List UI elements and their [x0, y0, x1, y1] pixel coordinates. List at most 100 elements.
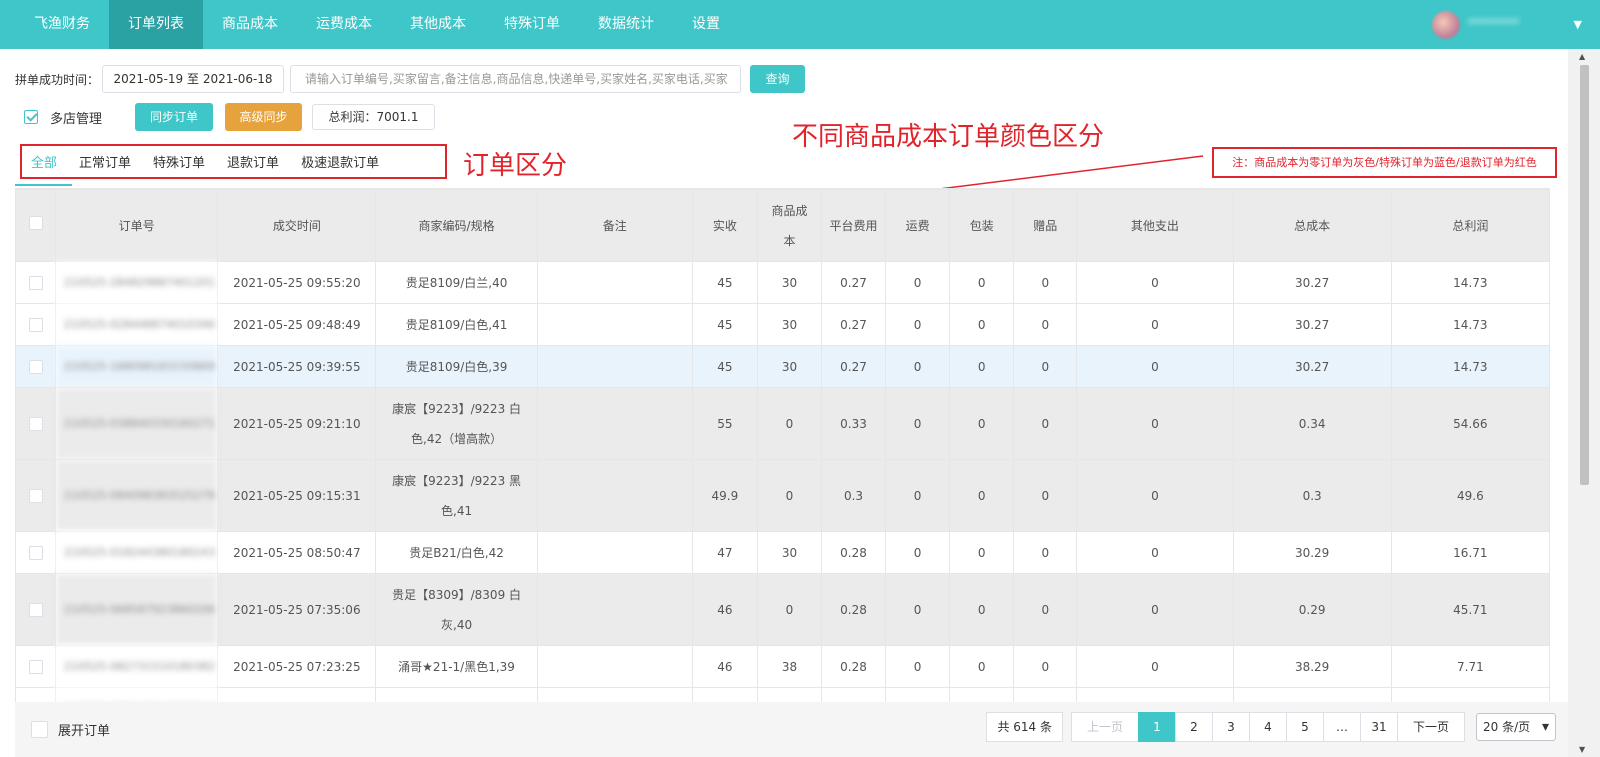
cell-order: 210525-068587923860206	[55, 573, 219, 646]
row-select-cell	[15, 687, 57, 702]
table-row[interactable]: 210525-0881208458039182021-05-25 07:10:3…	[15, 687, 1550, 702]
page-button[interactable]: 31	[1360, 712, 1398, 742]
page-button[interactable]: 1	[1138, 712, 1176, 742]
table-row[interactable]: 210525-188098183150869 2021-05-25 09:39:5…	[15, 345, 1550, 388]
table-row[interactable]: 210525-082731510180382 2021-05-25 07:23:2…	[15, 645, 1550, 688]
cell-packing: 0	[949, 645, 1015, 688]
multi-store-checkbox[interactable]	[24, 110, 38, 124]
nav-item[interactable]: 订单列表	[109, 0, 203, 49]
cell-other: 0	[1076, 531, 1234, 574]
cell-sku: 贵足8109/白色,41	[375, 303, 538, 346]
cell-total-cost: 0.29	[1232, 573, 1392, 646]
cell-sku: 贵足8109/白色,41	[375, 687, 538, 702]
tab-4[interactable]: 极速退款订单	[290, 152, 390, 171]
page-button[interactable]: 5	[1286, 712, 1324, 742]
advanced-sync-button[interactable]: 高级同步	[225, 103, 303, 131]
tab-1[interactable]: 正常订单	[68, 152, 142, 171]
scroll-down-arrow-icon[interactable]: ▼	[1579, 745, 1585, 754]
table-row[interactable]: 210525-284829887401201 2021-05-25 09:55:2…	[15, 261, 1550, 304]
cell-order: 210525-038840330160271	[55, 387, 219, 460]
cell-time: 2021-05-25 09:21:10	[217, 387, 377, 460]
select-all-checkbox[interactable]	[28, 215, 43, 230]
row-select-cell	[15, 387, 57, 460]
footer-bar: 展开订单 共 614 条上一页 1 2 3 4 5… 31 下一页 20 条/页	[15, 702, 1568, 757]
nav-item[interactable]: 商品成本	[203, 0, 297, 49]
cell-profit: 49.6	[1390, 459, 1550, 532]
cell-profit: 54.66	[1390, 387, 1550, 460]
row-checkbox[interactable]	[28, 489, 43, 503]
nav-item[interactable]: 数据统计	[579, 0, 673, 49]
cell-cost: 30	[756, 261, 823, 304]
row-checkbox[interactable]	[28, 417, 43, 431]
cell-profit: 14.73	[1390, 687, 1550, 702]
table-row[interactable]: 210525-028448874010346 2021-05-25 09:48:4…	[15, 303, 1550, 346]
row-checkbox[interactable]	[28, 360, 43, 374]
prev-page-button[interactable]: 上一页	[1071, 712, 1139, 742]
nav-item[interactable]: 其他成本	[391, 0, 485, 49]
cell-note	[536, 531, 693, 574]
search-input[interactable]: 请输入订单编号,买家留言,备注信息,商品信息,快递单号,买家姓名,买家电话,买家	[290, 65, 742, 93]
order-type-tabs: 全部 正常订单 特殊订单 退款订单 极速退款订单	[20, 144, 447, 179]
cell-total-cost: 30.27	[1232, 303, 1392, 346]
table-row[interactable]: 210525-068587923860206 2021-05-25 07:35:0…	[15, 573, 1550, 646]
page-size-select[interactable]: 20 条/页	[1476, 713, 1556, 741]
row-checkbox[interactable]	[28, 603, 43, 617]
row-checkbox[interactable]	[28, 318, 43, 332]
table-header-row: 订单号 成交时间 商家编码/规格 备注 实收 商品成本 平台费用 运费 包装 赠品 其他支出 总成本总…	[15, 189, 1550, 262]
next-page-button[interactable]: 下一页	[1397, 712, 1465, 742]
tabs-annotation: 订单区分	[463, 151, 568, 181]
tab-0[interactable]: 全部	[22, 152, 68, 171]
page-button[interactable]: 2	[1175, 712, 1213, 742]
date-range-picker[interactable]: 2021-05-19 至 2021-06-18	[102, 65, 285, 93]
header-select-all	[15, 189, 57, 262]
page-button[interactable]: 3	[1212, 712, 1250, 742]
sync-orders-button[interactable]: 同步订单	[135, 103, 214, 131]
total-count: 共 614 条	[986, 712, 1063, 742]
row-checkbox[interactable]	[28, 660, 43, 674]
expand-orders-checkbox[interactable]	[31, 721, 48, 738]
table-row[interactable]: 210525-084098383525279 2021-05-25 09:15:3…	[15, 459, 1550, 532]
cell-shipping: 0	[885, 573, 951, 646]
cell-profit: 14.73	[1390, 345, 1550, 388]
user-menu[interactable]: ******** ▼	[1431, 0, 1582, 49]
cell-sku: 贵足8109/白色,39	[375, 345, 538, 388]
scroll-up-arrow-icon[interactable]: ▲	[1579, 52, 1585, 61]
total-profit-display: 总利润：7001.1	[312, 104, 436, 130]
cell-cost: 30	[756, 303, 823, 346]
multi-store-label: 多店管理	[50, 111, 103, 127]
cell-profit: 14.73	[1390, 303, 1550, 346]
nav-item[interactable]: 特殊订单	[485, 0, 579, 49]
chevron-down-icon[interactable]: ▼	[1574, 18, 1582, 31]
expand-orders-toggle[interactable]: 展开订单	[31, 720, 110, 739]
row-checkbox[interactable]	[28, 546, 43, 560]
cell-gift: 0	[1013, 387, 1078, 460]
tab-3[interactable]: 退款订单	[216, 152, 290, 171]
user-name: ********	[1467, 17, 1520, 32]
cell-total-cost: 30.27	[1232, 345, 1392, 388]
row-select-cell	[15, 645, 57, 688]
query-button[interactable]: 查询	[750, 65, 806, 93]
cell-profit: 16.71	[1390, 531, 1550, 574]
filter-row: 拼单成功时间： 2021-05-19 至 2021-06-18 请输入订单编号,…	[15, 65, 806, 93]
table-row[interactable]: 210525-038840330160271 2021-05-25 09:21:1…	[15, 387, 1550, 460]
cell-received: 55	[691, 387, 758, 460]
page-button[interactable]: …	[1323, 712, 1361, 742]
nav-item[interactable]: 飞渔财务	[0, 0, 109, 49]
row-checkbox[interactable]	[28, 276, 43, 290]
tab-2[interactable]: 特殊订单	[142, 152, 216, 171]
cell-order: 210525-082731510180382	[55, 645, 219, 688]
cell-received: 45	[691, 303, 758, 346]
row-select-cell	[15, 261, 57, 304]
column-header: 平台费用	[820, 189, 887, 262]
scrollbar-thumb[interactable]	[1580, 65, 1589, 485]
nav-item[interactable]: 设置	[673, 0, 739, 49]
cell-platform: 0.28	[820, 531, 887, 574]
cell-time: 2021-05-25 07:35:06	[217, 573, 377, 646]
page-button[interactable]: 4	[1249, 712, 1287, 742]
vertical-scrollbar[interactable]: ▲ ▼	[1568, 49, 1600, 757]
nav-item[interactable]: 运费成本	[297, 0, 391, 49]
cell-received: 45	[691, 345, 758, 388]
table-row[interactable]: 210525-018244380180243 2021-05-25 08:50:4…	[15, 531, 1550, 574]
cell-cost: 38	[756, 645, 823, 688]
color-legend-note: 注：商品成本为零订单为灰色/特殊订单为蓝色/退款订单为红色	[1212, 147, 1557, 178]
